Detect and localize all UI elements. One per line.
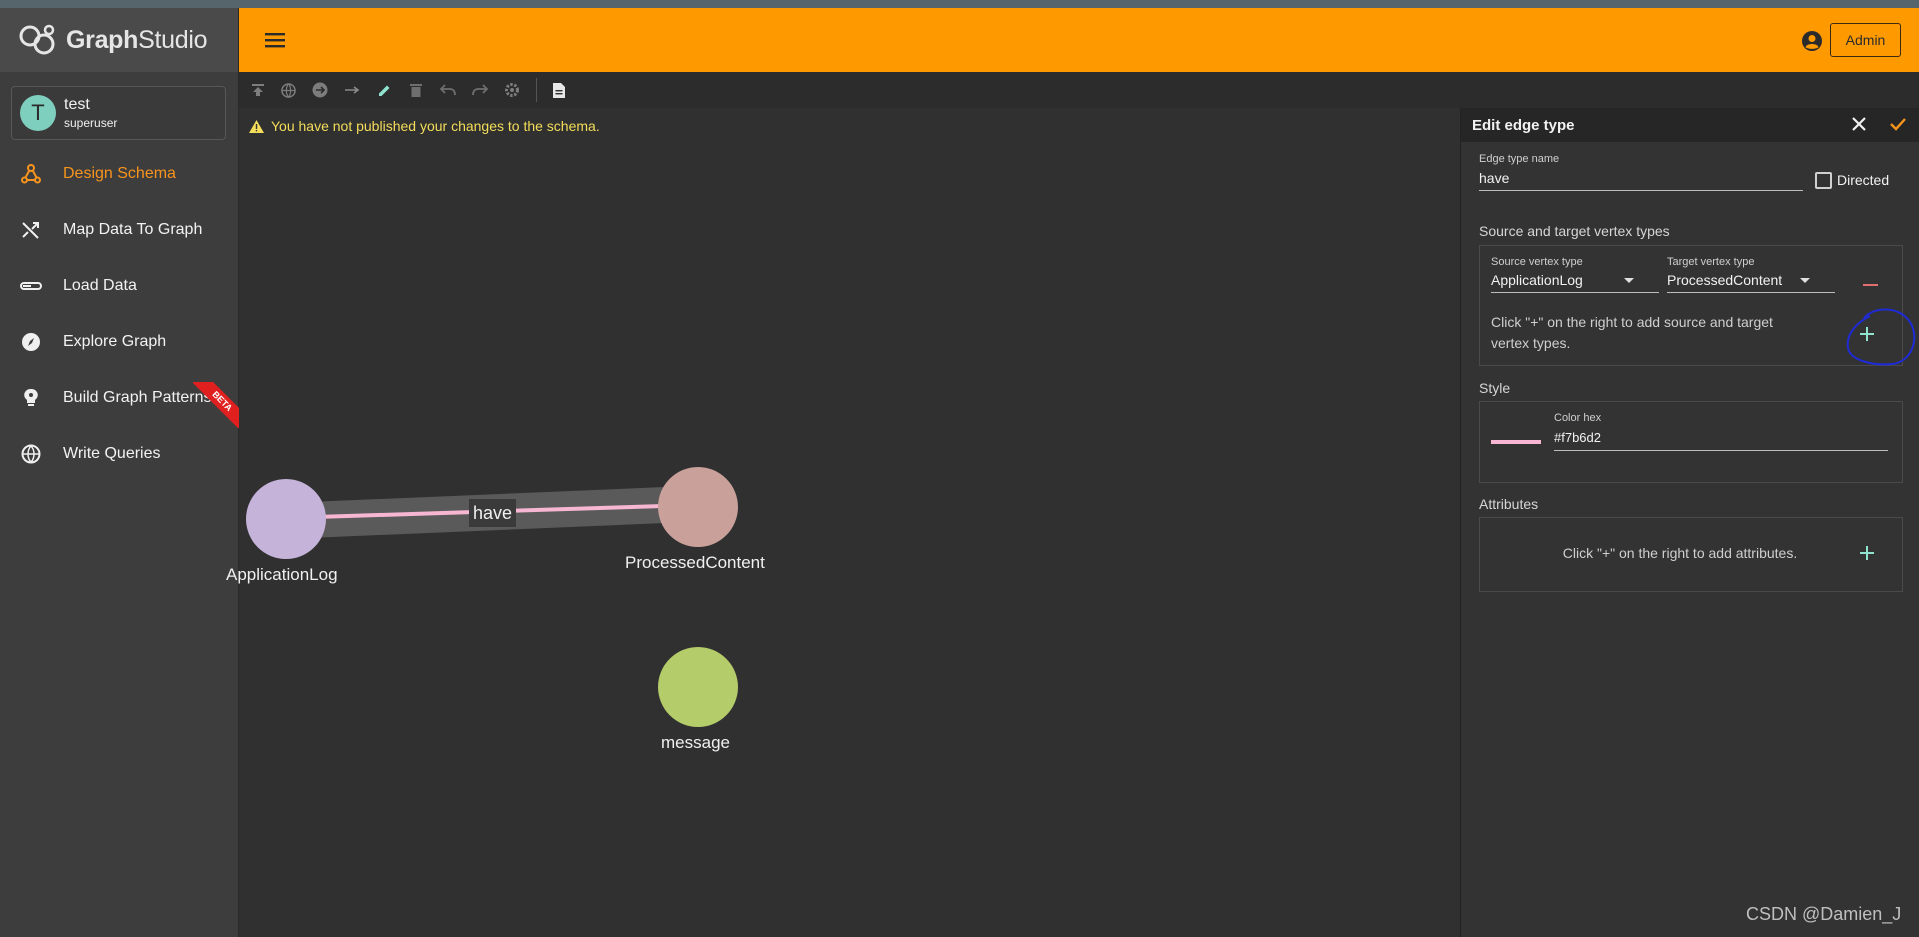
annotation-circle [1846,308,1916,366]
delete-icon[interactable] [407,81,425,99]
style-box: Color hex #f7b6d2 [1479,401,1903,483]
compass-icon [20,331,42,353]
add-edge-icon[interactable] [343,81,361,99]
app-title: GraphStudio [66,25,208,54]
chevron-down-icon[interactable] [1800,278,1810,284]
admin-button[interactable]: Admin [1830,23,1901,57]
user-card[interactable]: T test superuser [11,86,226,140]
nav-label: Map Data To Graph [63,221,203,238]
source-vertex-select[interactable]: ApplicationLog [1491,272,1583,288]
nav-item-explore-graph[interactable]: Explore Graph [0,322,238,362]
schema-icon [20,163,42,185]
source-vertex-label: Source vertex type [1491,256,1583,268]
vertex-processedcontent[interactable] [658,467,738,547]
vertex-label-processedcontent: ProcessedContent [625,553,765,572]
target-vertex-label: Target vertex type [1667,256,1755,268]
unpublished-warning: You have not published your changes to t… [249,118,600,134]
remove-pair-icon[interactable] [1863,284,1878,286]
nav-item-design-schema[interactable]: Design Schema [0,154,238,194]
toolbar-divider [536,78,537,102]
vertex-types-title: Source and target vertex types [1479,223,1670,239]
color-swatch[interactable] [1491,440,1541,444]
menu-icon[interactable] [265,33,285,53]
color-hex-underline [1554,450,1888,451]
confirm-check-icon[interactable] [1889,116,1907,137]
edge-name-label: Edge type name [1479,153,1560,165]
global-icon[interactable] [279,81,297,99]
add-attributes-hint: Click "+" on the right to add attributes… [1562,545,1798,561]
beta-badge: BETA [193,382,239,428]
target-vertex-select[interactable]: ProcessedContent [1667,272,1782,288]
edge-name-underline [1479,190,1803,191]
shuffle-icon [20,219,42,241]
nav-label: Build Graph Patterns [63,389,212,406]
document-icon[interactable] [550,81,568,99]
nav-item-map-data[interactable]: Map Data To Graph [0,210,238,250]
publish-icon[interactable] [249,81,267,99]
nav-label: Design Schema [63,165,176,182]
add-vertex-pair-hint: Click "+" on the right to add source and… [1491,314,1773,351]
add-attribute-plus-icon[interactable] [1858,544,1876,562]
color-hex-input[interactable]: #f7b6d2 [1554,430,1601,445]
target-underline [1667,292,1835,293]
nav-item-write-queries[interactable]: Write Queries [0,434,238,474]
user-role: superuser [64,116,118,130]
sidebar: GraphStudio T test superuser Design Sche… [0,8,239,937]
edge-name-input[interactable]: have [1479,170,1509,186]
nav-label: Write Queries [63,445,161,462]
vertex-types-box: Source vertex type ApplicationLog Target… [1479,245,1903,366]
attributes-title: Attributes [1479,496,1539,512]
edge-label[interactable]: have [469,499,516,527]
watermark: CSDN @Damien_J [1746,904,1902,924]
window-top-strip [0,0,1919,8]
load-icon [20,275,42,297]
globe-icon [20,443,42,465]
warning-text: You have not published your changes to t… [271,118,600,134]
graphstudio-logo-icon [19,24,55,55]
bulb-icon [20,387,42,409]
nav-label: Explore Graph [63,333,167,350]
directed-checkbox[interactable] [1815,172,1832,189]
nav-label: Load Data [63,277,137,294]
close-icon[interactable] [1851,116,1867,137]
undo-icon[interactable] [439,81,457,99]
warning-icon [249,119,264,133]
panel-header: Edit edge type [1461,108,1919,142]
vertex-message[interactable] [658,647,738,727]
attributes-box: Click "+" on the right to add attributes… [1479,517,1903,592]
top-header: Admin [239,8,1919,72]
edit-edge-panel: Edit edge type Edge type name have Direc… [1460,108,1919,937]
style-title: Style [1479,380,1511,396]
panel-title: Edit edge type [1472,117,1575,134]
vertex-label-applicationlog: ApplicationLog [226,565,338,584]
chevron-down-icon[interactable] [1624,278,1634,284]
avatar: T [20,95,56,131]
redo-icon[interactable] [471,81,489,99]
nav-item-load-data[interactable]: Load Data [0,266,238,306]
schema-toolbar [239,72,1919,108]
app-logo[interactable]: GraphStudio [0,8,238,72]
source-underline [1491,292,1659,293]
add-vertex-icon[interactable] [311,81,329,99]
user-name: test [64,96,90,113]
account-icon[interactable] [1801,30,1823,57]
color-hex-label: Color hex [1554,412,1602,424]
directed-label: Directed [1837,172,1890,188]
vertex-label-message: message [661,733,730,752]
settings-icon[interactable] [503,81,521,99]
edit-icon[interactable] [375,81,393,99]
vertex-applicationlog[interactable] [246,479,326,559]
